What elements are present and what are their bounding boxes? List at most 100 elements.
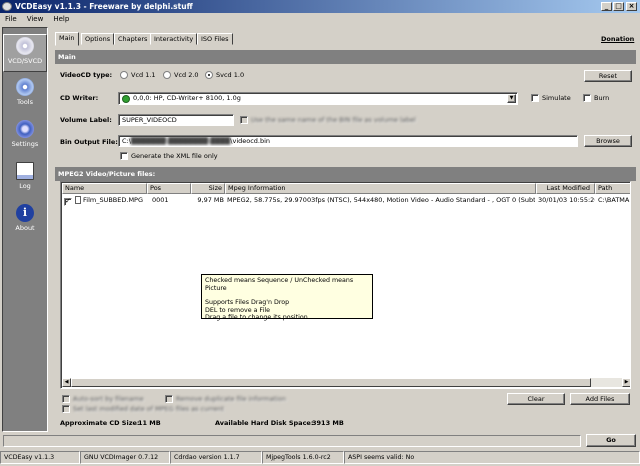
tab-chapters[interactable]: Chapters bbox=[114, 33, 152, 45]
simulate-checkbox[interactable]: Simulate bbox=[531, 94, 571, 102]
column-header-pos[interactable]: Pos bbox=[147, 183, 191, 194]
log-icon bbox=[16, 162, 34, 180]
sidebar-item-vcd-svcd[interactable]: VCD/SVCD bbox=[3, 34, 47, 72]
radio-vcd20[interactable]: Vcd 2.0 bbox=[163, 71, 199, 79]
sidebar-item-label: VCD/SVCD bbox=[7, 57, 43, 65]
tooltip-line: Supports Files Drag'n Drop bbox=[205, 299, 290, 306]
menu-help[interactable]: Help bbox=[48, 15, 74, 23]
menu-file[interactable]: File bbox=[0, 15, 22, 23]
table-row[interactable]: Film_SUBBED.MPG 0001 9,97 MB MPEG2, 58.7… bbox=[62, 195, 630, 208]
clear-button[interactable]: Clear bbox=[507, 393, 565, 405]
xml-only-checkbox[interactable]: Generate the XML file only bbox=[120, 152, 218, 160]
checkbox[interactable] bbox=[120, 152, 128, 160]
volume-label-input[interactable]: SUPER_VIDEOCD bbox=[118, 114, 234, 126]
file-icon bbox=[75, 195, 83, 205]
file-size: 9,97 MB bbox=[197, 196, 224, 204]
file-last-modified: 30/01/03 10:55:20 bbox=[538, 196, 595, 204]
column-header-path[interactable]: Path bbox=[595, 183, 630, 194]
checkbox[interactable] bbox=[583, 94, 591, 102]
sidebar-item-label: Tools bbox=[16, 98, 33, 106]
sidebar-item-label: Settings bbox=[11, 140, 39, 148]
sidebar-item-about[interactable]: i About bbox=[3, 202, 47, 240]
minimize-button[interactable]: _ bbox=[601, 2, 612, 11]
radio-label: Svcd 1.0 bbox=[216, 71, 245, 79]
status-bar: VCDEasy v1.1.3 GNU VCDImager 0.7.12 Cdrd… bbox=[0, 451, 640, 465]
scroll-left-icon[interactable]: ◀ bbox=[62, 378, 71, 387]
burn-checkbox[interactable]: Burn bbox=[583, 94, 609, 102]
writer-status-icon bbox=[122, 95, 130, 103]
file-path: C:\BATMA bbox=[598, 196, 630, 204]
remove-duplicate-checkbox: Remove duplicate file information bbox=[165, 395, 286, 403]
menu-bar: File View Help bbox=[0, 13, 640, 25]
tab-main[interactable]: Main bbox=[55, 32, 79, 46]
checkbox-label: Auto-sort by filename bbox=[73, 395, 144, 403]
settings-icon bbox=[16, 120, 34, 138]
checkbox bbox=[62, 395, 70, 403]
tooltip-line: DEL to remove a File bbox=[205, 306, 270, 314]
column-header-size[interactable]: Size bbox=[191, 183, 225, 194]
checkbox[interactable] bbox=[64, 197, 72, 207]
donation-link[interactable]: Donation bbox=[601, 35, 634, 43]
sidebar-item-settings[interactable]: Settings bbox=[3, 118, 47, 156]
cd-size-value: 11 MB bbox=[138, 419, 161, 427]
chevron-down-icon[interactable]: ▼ bbox=[507, 94, 516, 103]
sidebar-item-label: About bbox=[15, 224, 35, 232]
checkbox[interactable] bbox=[531, 94, 539, 102]
file-mpeg-info: MPEG2, 58.775s, 29.97003fps (NTSC), 544x… bbox=[227, 196, 535, 204]
checkbox-label: Simulate bbox=[542, 94, 571, 102]
status-aspi: ASPI seems valid: No bbox=[344, 451, 640, 464]
path-suffix: \videocd.bin bbox=[230, 137, 271, 145]
checkbox-label: Set last modified date of MPEG files as … bbox=[73, 405, 225, 413]
status-vcdimager-version: GNU VCDImager 0.7.12 bbox=[80, 451, 170, 464]
file-name: Film_SUBBED.MPG bbox=[83, 196, 144, 204]
column-header-mpeg-info[interactable]: Mpeg Information bbox=[225, 183, 536, 194]
scroll-right-icon[interactable]: ▶ bbox=[622, 378, 630, 387]
radio-button[interactable] bbox=[205, 71, 213, 79]
column-header-name[interactable]: Name bbox=[62, 183, 147, 194]
checkbox-label: Generate the XML file only bbox=[131, 152, 218, 160]
close-button[interactable]: × bbox=[626, 2, 637, 11]
radio-label: Vcd 1.1 bbox=[131, 71, 156, 79]
bin-output-input[interactable]: C:\███████\████████\████\videocd.bin bbox=[118, 135, 578, 147]
sidebar-item-log[interactable]: Log bbox=[3, 160, 47, 198]
app-icon bbox=[2, 2, 12, 11]
go-button[interactable]: Go bbox=[586, 434, 636, 447]
tab-options[interactable]: Options bbox=[81, 33, 115, 45]
radio-vcd11[interactable]: Vcd 1.1 bbox=[120, 71, 156, 79]
reset-button[interactable]: Reset bbox=[584, 70, 632, 82]
browse-button[interactable]: Browse bbox=[584, 135, 632, 147]
maximize-button[interactable]: □ bbox=[613, 2, 624, 11]
videocd-type-label: VideoCD type: bbox=[60, 71, 113, 79]
main-section-header: Main bbox=[55, 50, 636, 64]
tooltip-line: Checked means Sequence / UnChecked means… bbox=[205, 277, 354, 292]
scroll-thumb[interactable] bbox=[71, 378, 591, 387]
title-bar: VCDEasy v1.1.3 - Freeware by delphi.stuf… bbox=[0, 0, 640, 13]
cd-writer-label: CD Writer: bbox=[60, 94, 99, 102]
row-checkbox[interactable] bbox=[64, 197, 72, 208]
tooltip-line bbox=[205, 292, 369, 299]
sidebar-item-tools[interactable]: Tools bbox=[3, 76, 47, 114]
cd-size-label: Approximate CD Size: bbox=[60, 419, 140, 427]
info-icon: i bbox=[16, 204, 34, 222]
tab-iso-files[interactable]: ISO Files bbox=[197, 33, 233, 45]
tools-icon bbox=[16, 78, 34, 96]
status-cdrdao-version: Cdrdao version 1.1.7 bbox=[170, 451, 262, 464]
file-list-tooltip: Checked means Sequence / UnChecked means… bbox=[201, 274, 373, 321]
radio-label: Vcd 2.0 bbox=[174, 71, 199, 79]
column-header-last-modified[interactable]: Last Modified bbox=[536, 183, 595, 194]
radio-button[interactable] bbox=[163, 71, 171, 79]
checkbox bbox=[62, 405, 70, 413]
radio-button[interactable] bbox=[120, 71, 128, 79]
menu-view[interactable]: View bbox=[22, 15, 49, 23]
status-mjpegtools-version: MjpegTools 1.6.0-rc2 bbox=[262, 451, 344, 464]
horizontal-scrollbar[interactable]: ◀ ▶ bbox=[62, 378, 630, 387]
add-files-button[interactable]: Add Files bbox=[570, 393, 630, 405]
tooltip-line: Drag a file to change its position bbox=[205, 314, 308, 321]
cd-writer-value: 0,0,0: HP, CD-Writer+ 8100, 1.0g bbox=[133, 94, 241, 102]
tab-interactivity[interactable]: Interactivity bbox=[150, 33, 198, 45]
checkbox bbox=[240, 116, 248, 124]
cd-writer-select[interactable]: 0,0,0: HP, CD-Writer+ 8100, 1.0g ▼ bbox=[118, 92, 518, 105]
checkbox-label: Remove duplicate file information bbox=[176, 395, 287, 403]
radio-svcd10[interactable]: Svcd 1.0 bbox=[205, 71, 244, 79]
files-section-header: MPEG2 Video/Picture files: bbox=[55, 167, 636, 181]
